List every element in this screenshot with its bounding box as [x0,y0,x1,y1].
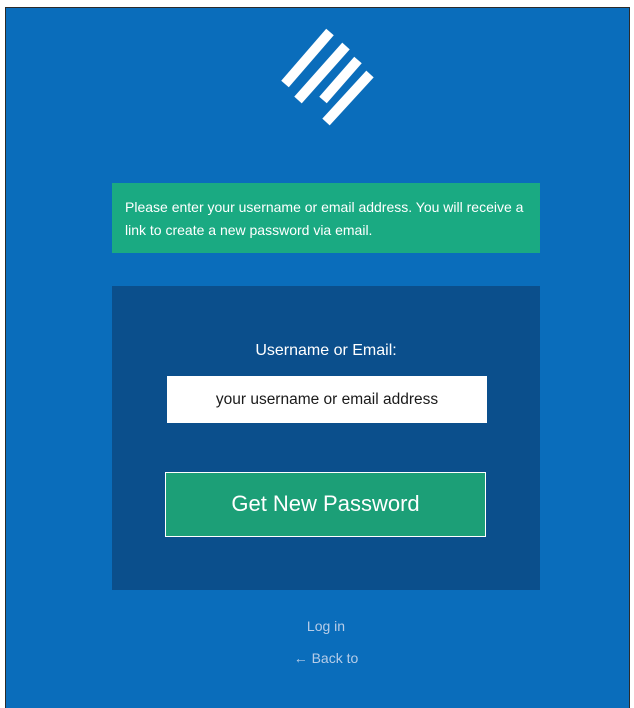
get-new-password-button[interactable]: Get New Password [165,472,486,537]
username-email-label: Username or Email: [255,342,397,359]
notice-text: Please enter your username or email addr… [125,199,524,238]
login-link[interactable]: Log in [226,618,426,634]
lost-password-form: Username or Email: Get New Password [112,286,540,590]
back-to-link[interactable]: ← Back to [226,650,426,666]
stripes-logo-icon [281,28,374,126]
login-page: Please enter your username or email addr… [5,7,630,708]
reset-instructions-notice: Please enter your username or email addr… [112,183,540,253]
username-email-input[interactable] [167,376,487,423]
